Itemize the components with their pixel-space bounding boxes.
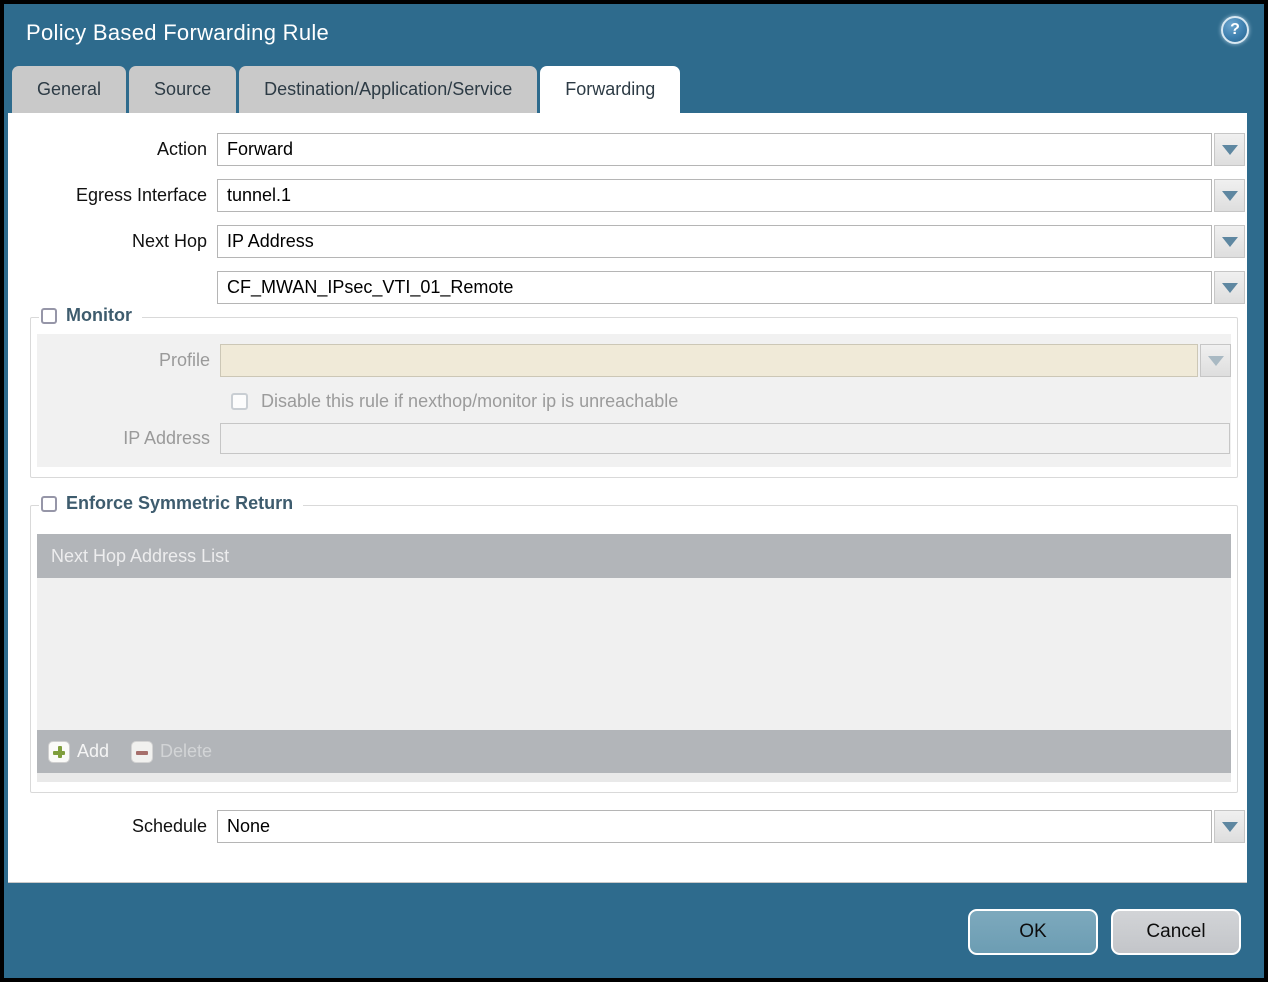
egress-interface-row: Egress Interface [8, 179, 1245, 212]
monitor-group: Monitor Profile Disable this rule if nex… [30, 305, 1238, 478]
disable-rule-row: Disable this rule if nexthop/monitor ip … [231, 391, 1231, 412]
dialog-titlebar: Policy Based Forwarding Rule ? [4, 4, 1264, 66]
monitor-legend: Monitor [39, 305, 142, 326]
cancel-button[interactable]: Cancel [1111, 909, 1241, 955]
chevron-down-icon [1221, 190, 1238, 201]
help-glyph: ? [1230, 21, 1240, 38]
next-hop-address-list-header-label: Next Hop Address List [51, 545, 230, 566]
enforce-symmetric-return-group: Enforce Symmetric Return Next Hop Addres… [30, 493, 1238, 793]
schedule-label: Schedule [131, 816, 207, 836]
help-icon[interactable]: ? [1221, 16, 1249, 44]
profile-input [220, 344, 1198, 377]
tab-destination-application-service[interactable]: Destination/Application/Service [239, 66, 538, 113]
tab-bar: General Source Destination/Application/S… [4, 66, 1264, 113]
egress-interface-label: Egress Interface [75, 185, 207, 205]
action-combo [217, 133, 1245, 166]
policy-based-forwarding-rule-dialog: Policy Based Forwarding Rule ? General S… [4, 4, 1264, 978]
schedule-combo [217, 810, 1245, 843]
next-hop-address-list-header: Next Hop Address List [37, 534, 1231, 578]
egress-interface-dropdown-button[interactable] [1214, 179, 1245, 212]
action-label: Action [156, 139, 207, 159]
action-input[interactable] [217, 133, 1212, 166]
disable-rule-label: Disable this rule if nexthop/monitor ip … [261, 391, 679, 411]
schedule-input[interactable] [217, 810, 1212, 843]
profile-combo [220, 344, 1231, 377]
monitor-panel: Profile Disable this rule if nexthop/mon… [37, 334, 1231, 467]
next-hop-row: Next Hop [8, 225, 1245, 258]
next-hop-address-row [8, 271, 1245, 304]
delete-button: Delete [131, 740, 213, 763]
next-hop-address-list-table: Next Hop Address List Add Delete [37, 534, 1231, 782]
chevron-down-icon [1207, 355, 1224, 366]
schedule-dropdown-button[interactable] [1214, 810, 1245, 843]
tab-forwarding[interactable]: Forwarding [540, 66, 681, 113]
next-hop-combo [217, 225, 1245, 258]
action-dropdown-button[interactable] [1214, 133, 1245, 166]
enforce-symmetric-return-legend: Enforce Symmetric Return [39, 493, 304, 514]
profile-dropdown-button [1200, 344, 1231, 377]
minus-icon [131, 740, 154, 763]
egress-interface-combo [217, 179, 1245, 212]
add-button-label: Add [77, 741, 110, 761]
table-scroll-strip [37, 773, 1231, 782]
profile-row: Profile [37, 344, 1231, 377]
next-hop-address-combo [217, 271, 1245, 304]
add-button[interactable]: Add [48, 740, 110, 763]
chevron-down-icon [1221, 144, 1238, 155]
egress-interface-input[interactable] [217, 179, 1212, 212]
delete-button-label: Delete [160, 741, 213, 761]
ok-button[interactable]: OK [968, 909, 1098, 955]
tab-general[interactable]: General [12, 66, 127, 113]
chevron-down-icon [1221, 282, 1238, 293]
chevron-down-icon [1221, 236, 1238, 247]
plus-icon [48, 740, 70, 763]
tab-source[interactable]: Source [129, 66, 237, 113]
monitor-legend-label: Monitor [66, 305, 132, 325]
enforce-symmetric-return-checkbox[interactable] [41, 495, 57, 512]
next-hop-address-list-toolbar: Add Delete [37, 730, 1231, 773]
disable-rule-checkbox [231, 393, 248, 410]
monitor-ip-address-label: IP Address [123, 428, 210, 448]
next-hop-address-input[interactable] [217, 271, 1212, 304]
monitor-ip-address-row: IP Address [37, 423, 1231, 454]
forwarding-tab-content: Action Egress Interface Next Hop [8, 113, 1247, 883]
enforce-symmetric-return-legend-label: Enforce Symmetric Return [66, 493, 294, 513]
chevron-down-icon [1221, 821, 1238, 832]
next-hop-address-dropdown-button[interactable] [1214, 271, 1245, 304]
action-row: Action [8, 133, 1245, 166]
next-hop-label: Next Hop [131, 231, 207, 251]
next-hop-type-input[interactable] [217, 225, 1212, 258]
next-hop-address-list-body [37, 578, 1231, 730]
profile-label: Profile [158, 350, 210, 370]
dialog-title: Policy Based Forwarding Rule [26, 20, 330, 45]
monitor-checkbox[interactable] [41, 307, 57, 324]
dialog-footer: OK Cancel [4, 909, 1264, 955]
next-hop-dropdown-button[interactable] [1214, 225, 1245, 258]
schedule-row: Schedule [8, 810, 1245, 843]
monitor-ip-address-input [220, 423, 1230, 454]
